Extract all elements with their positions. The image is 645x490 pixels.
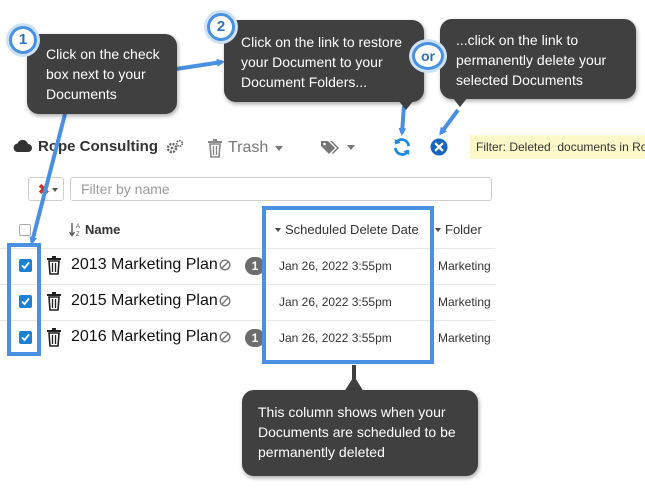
close-icon: ✖: [38, 181, 50, 197]
column-header-folder[interactable]: Folder: [435, 222, 482, 237]
svg-text:Z: Z: [76, 232, 80, 237]
document-name[interactable]: 2016 Marketing Plan: [71, 328, 218, 346]
trash-menu[interactable]: Trash: [207, 135, 284, 161]
callout-step1: Click on the check box next to your Docu…: [27, 34, 177, 114]
checkbox-column-highlight: [7, 243, 41, 356]
document-folder[interactable]: Marketing: [438, 331, 491, 345]
scheduled-date-column-highlight: [262, 206, 434, 364]
toolbar: Rope Consulting Trash Filter: Deleted do…: [0, 126, 645, 170]
filter-status-label: Filter: Deleted documents in Ro: [470, 135, 645, 159]
document-folder[interactable]: Marketing: [438, 259, 491, 273]
filter-by-name-input[interactable]: [70, 177, 492, 201]
trash-menu-label: Trash: [228, 139, 269, 156]
column-header-name[interactable]: Name: [85, 222, 120, 237]
no-share-icon: [219, 295, 231, 307]
chevron-down-icon: [347, 144, 355, 150]
trash-icon: [47, 328, 61, 347]
clear-filter-button[interactable]: ✖: [28, 177, 64, 201]
step-1-badge: 1: [9, 26, 37, 54]
document-name[interactable]: 2015 Marketing Plan: [71, 292, 218, 310]
select-all-checkbox[interactable]: [19, 224, 31, 236]
callout-step1-text: Click on the check box next to your Docu…: [46, 46, 160, 102]
or-badge: or: [412, 42, 444, 70]
sort-alpha-icon[interactable]: A Z: [69, 221, 83, 237]
account-name[interactable]: Rope Consulting: [38, 138, 158, 155]
callout-step2: Click on the link to restore your Docume…: [224, 20, 424, 102]
callout-step2-text: Click on the link to restore your Docume…: [241, 34, 403, 90]
callout-or: ...click on the link to permanently dele…: [440, 19, 636, 99]
gears-icon[interactable]: [166, 139, 184, 155]
callout-scheduled-column: This column shows when your Documents ar…: [242, 390, 478, 476]
trash-icon: [47, 292, 61, 311]
column-header-folder-label: Folder: [445, 222, 482, 237]
callout-or-text: ...click on the link to permanently dele…: [456, 32, 607, 88]
no-share-icon: [219, 259, 231, 271]
document-folder[interactable]: Marketing: [438, 295, 491, 309]
sort-caret-icon: [435, 227, 441, 232]
document-name[interactable]: 2013 Marketing Plan: [71, 256, 218, 274]
chevron-down-icon: [275, 145, 284, 151]
restore-refresh-icon[interactable]: [392, 137, 412, 157]
trash-icon: [47, 256, 61, 275]
chevron-down-icon: [52, 188, 58, 192]
svg-text:A: A: [76, 224, 80, 230]
cloud-icon: [13, 139, 32, 152]
trash-icon: [208, 139, 222, 158]
arrow-step1-to-step2: [175, 58, 225, 71]
no-share-icon: [219, 331, 231, 343]
permanent-delete-icon[interactable]: [430, 138, 448, 156]
step-2-badge: 2: [207, 13, 235, 41]
tags-menu[interactable]: [320, 139, 355, 155]
tags-icon: [321, 141, 339, 154]
callout-scheduled-column-text: This column shows when your Documents ar…: [258, 404, 456, 460]
